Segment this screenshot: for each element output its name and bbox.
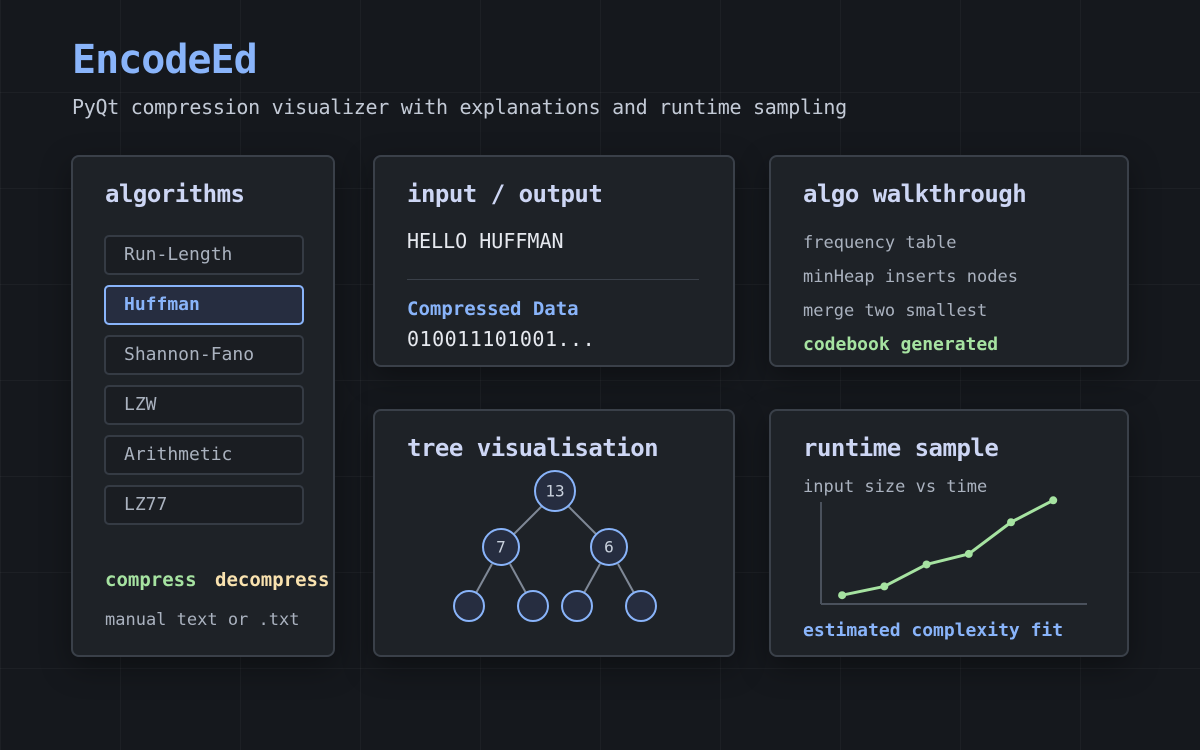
tree-edge xyxy=(511,505,543,537)
algorithms-panel: algorithms Run-Length Huffman Shannon-Fa… xyxy=(71,155,335,657)
tree-edge xyxy=(475,563,493,594)
tree-leaf[interactable] xyxy=(625,590,657,622)
runtime-panel: runtime sample input size vs time estima… xyxy=(769,409,1129,657)
input-source-hint: manual text or .txt xyxy=(105,610,300,630)
algorithm-item-lz77[interactable]: LZ77 xyxy=(104,485,304,525)
compressed-data-value: 010011101001... xyxy=(407,327,596,351)
io-divider xyxy=(407,279,699,280)
walkthrough-step: merge two smallest xyxy=(803,301,988,321)
runtime-data-point[interactable] xyxy=(880,582,889,591)
runtime-data-point[interactable] xyxy=(1049,496,1058,505)
tree-node-right-label: 6 xyxy=(604,538,614,557)
algorithms-panel-title: algorithms xyxy=(105,180,245,208)
tree-edge xyxy=(567,505,599,537)
input-output-panel: input / output HELLO HUFFMAN Compressed … xyxy=(373,155,735,367)
runtime-data-point[interactable] xyxy=(1007,518,1015,527)
runtime-data-point[interactable] xyxy=(964,549,973,558)
tree-edge xyxy=(509,563,527,594)
app-subtitle: PyQt compression visualizer with explana… xyxy=(72,95,847,119)
algorithm-list: Run-Length Huffman Shannon-Fano LZW Arit… xyxy=(104,235,304,535)
algorithm-item-arithmetic[interactable]: Arithmetic xyxy=(104,435,304,475)
tree-edge xyxy=(617,563,635,594)
compress-button[interactable]: compress xyxy=(105,569,197,591)
app-title: EncodeEd xyxy=(72,37,258,83)
algorithm-item-huffman[interactable]: Huffman xyxy=(104,285,304,325)
tree-panel: tree visualisation 13 7 6 xyxy=(373,409,735,657)
decompress-button[interactable]: decompress xyxy=(215,569,329,591)
walkthrough-step: frequency table xyxy=(803,233,957,253)
tree-node-root-label: 13 xyxy=(545,482,564,501)
compressed-data-label: Compressed Data xyxy=(407,298,579,320)
runtime-data-point[interactable] xyxy=(922,560,931,569)
runtime-chart xyxy=(820,496,1087,605)
runtime-series-line xyxy=(841,498,1054,597)
walkthrough-panel-title: algo walkthrough xyxy=(803,180,1027,208)
walkthrough-step: minHeap inserts nodes xyxy=(803,267,1018,287)
tree-node-left-label: 7 xyxy=(496,538,506,557)
walkthrough-step-complete: codebook generated xyxy=(803,334,999,355)
tree-leaf[interactable] xyxy=(453,590,485,622)
tree-leaf[interactable] xyxy=(517,590,549,622)
input-text-field[interactable]: HELLO HUFFMAN xyxy=(407,229,564,253)
algorithm-item-lzw[interactable]: LZW xyxy=(104,385,304,425)
tree-leaf[interactable] xyxy=(561,590,593,622)
algorithm-item-run-length[interactable]: Run-Length xyxy=(104,235,304,275)
tree-edge xyxy=(583,563,601,594)
walkthrough-panel: algo walkthrough frequency table minHeap… xyxy=(769,155,1129,367)
algorithm-item-shannon-fano[interactable]: Shannon-Fano xyxy=(104,335,304,375)
input-output-panel-title: input / output xyxy=(407,180,603,208)
runtime-data-point[interactable] xyxy=(838,591,847,600)
walkthrough-step-list: frequency table minHeap inserts nodes me… xyxy=(803,233,1018,369)
huffman-tree: 13 7 6 xyxy=(453,470,657,622)
complexity-fit-label: estimated complexity fit xyxy=(803,620,1064,641)
